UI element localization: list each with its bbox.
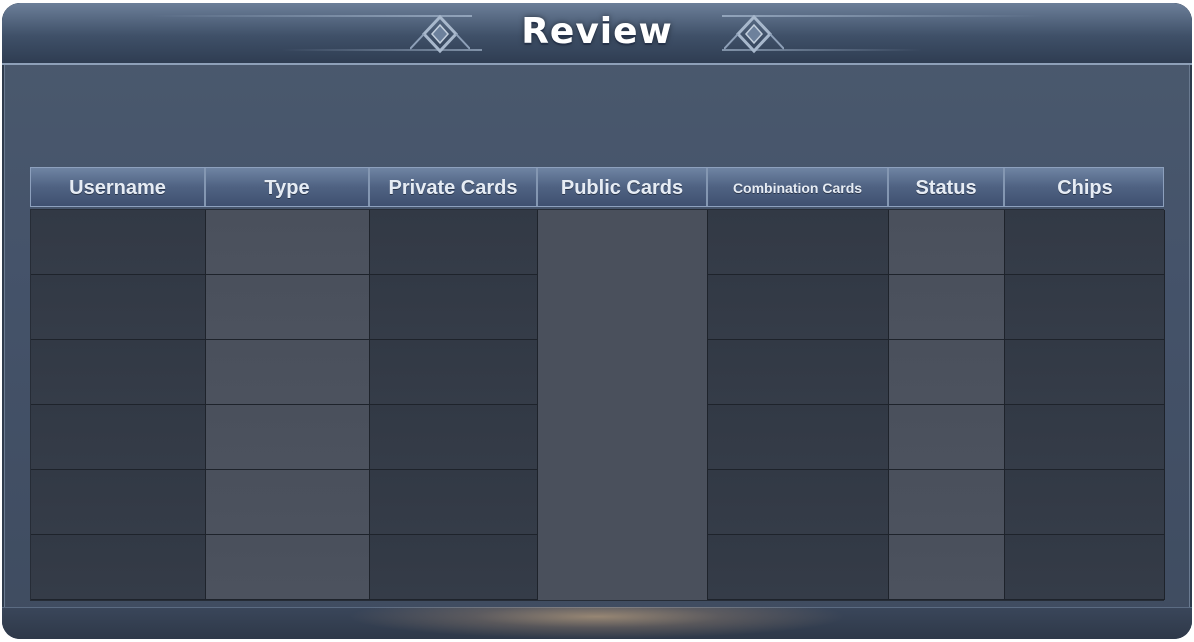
table-cell	[206, 405, 370, 470]
title-bar: Review	[2, 3, 1192, 65]
table-cell	[1005, 405, 1165, 470]
table-cell	[538, 210, 708, 600]
table-cell	[370, 405, 538, 470]
table-cell	[708, 535, 889, 600]
table-cell	[889, 405, 1005, 470]
column-combination-cards	[708, 210, 889, 600]
table-cell	[31, 470, 206, 535]
column-type	[206, 210, 370, 600]
table-cell	[31, 340, 206, 405]
table-cell	[206, 275, 370, 340]
table-cell	[889, 340, 1005, 405]
table-cell	[370, 535, 538, 600]
column-header-username: Username	[31, 168, 206, 206]
table-cell	[708, 340, 889, 405]
table-cell	[370, 210, 538, 275]
table-body	[30, 209, 1165, 601]
table-cell	[370, 470, 538, 535]
table-cell	[31, 405, 206, 470]
column-status	[889, 210, 1005, 600]
table-cell	[889, 535, 1005, 600]
table-cell	[1005, 535, 1165, 600]
table-cell	[889, 275, 1005, 340]
table-cell	[206, 470, 370, 535]
table-cell	[206, 535, 370, 600]
table-cell	[708, 210, 889, 275]
table-cell	[889, 470, 1005, 535]
table-cell	[31, 210, 206, 275]
table-cell	[708, 470, 889, 535]
column-public-cards	[538, 210, 708, 600]
table-cell	[1005, 340, 1165, 405]
table-cell	[708, 405, 889, 470]
page-title: Review	[521, 11, 673, 52]
column-username	[31, 210, 206, 600]
table-cell	[889, 210, 1005, 275]
column-header-combination-cards: Combination Cards	[708, 168, 889, 206]
column-header-private-cards: Private Cards	[370, 168, 538, 206]
column-header-public-cards: Public Cards	[538, 168, 708, 206]
table-cell	[31, 535, 206, 600]
review-panel: Review Username Type Private Cards Public C…	[2, 3, 1192, 639]
column-private-cards	[370, 210, 538, 600]
column-header-status: Status	[889, 168, 1005, 206]
column-header-type: Type	[206, 168, 370, 206]
table-cell	[1005, 275, 1165, 340]
column-header-chips: Chips	[1057, 177, 1113, 199]
table-cell	[370, 275, 538, 340]
table-cell	[1005, 470, 1165, 535]
table-cell	[708, 275, 889, 340]
table-cell	[370, 340, 538, 405]
table-cell	[1005, 210, 1165, 275]
column-chips	[1005, 210, 1165, 600]
table-cell	[206, 340, 370, 405]
table-cell	[206, 210, 370, 275]
bottom-glow	[347, 607, 847, 639]
table-cell	[31, 275, 206, 340]
table-header: Username Type Private Cards Public Cards Com…	[30, 167, 1164, 207]
